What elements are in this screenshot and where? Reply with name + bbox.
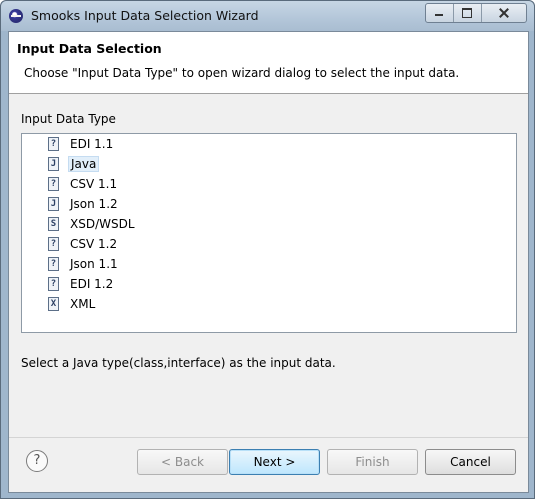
close-icon[interactable] (481, 4, 526, 22)
eclipse-icon (9, 9, 23, 23)
schema-file-icon: S (48, 217, 59, 231)
wizard-header: Input Data Selection Choose "Input Data … (9, 32, 528, 94)
java-file-icon: J (48, 197, 59, 211)
list-item-label: CSV 1.2 (70, 237, 118, 251)
help-icon[interactable]: ? (26, 450, 48, 472)
maximize-icon[interactable] (453, 4, 481, 22)
question-file-icon: ? (48, 277, 59, 291)
list-item-xml[interactable]: X XML (48, 295, 97, 313)
input-data-type-label: Input Data Type (21, 112, 116, 126)
question-file-icon: ? (48, 137, 59, 151)
cancel-button[interactable]: Cancel (425, 449, 516, 475)
list-item-edi-1-2[interactable]: ? EDI 1.2 (48, 275, 115, 293)
input-data-type-list[interactable]: ? EDI 1.1 J Java ? CSV 1.1 J Json 1.2 S … (21, 133, 517, 333)
footer-divider (9, 437, 528, 438)
next-button[interactable]: Next > (229, 449, 320, 475)
java-file-icon: J (48, 157, 59, 171)
list-item-json-1-1[interactable]: ? Json 1.1 (48, 255, 120, 273)
list-item-json-1-2[interactable]: J Json 1.2 (48, 195, 120, 213)
page-title: Input Data Selection (17, 41, 162, 56)
wizard-window: Smooks Input Data Selection Wizard Input… (0, 0, 535, 499)
minimize-icon[interactable] (426, 4, 453, 22)
xml-file-icon: X (48, 297, 59, 311)
finish-button[interactable]: Finish (327, 449, 418, 475)
list-item-label: EDI 1.2 (70, 277, 114, 291)
list-item-xsd-wsdl[interactable]: S XSD/WSDL (48, 215, 137, 233)
list-item-label: Json 1.2 (70, 197, 118, 211)
list-item-label: XML (70, 297, 96, 311)
selection-hint: Select a Java type(class,interface) as t… (21, 356, 336, 370)
list-item-label: EDI 1.1 (70, 137, 114, 151)
question-file-icon: ? (48, 177, 59, 191)
list-item-label: XSD/WSDL (70, 217, 135, 231)
title-bar[interactable]: Smooks Input Data Selection Wizard (1, 1, 534, 31)
question-file-icon: ? (48, 237, 59, 251)
list-item-label: Json 1.1 (70, 257, 118, 271)
list-item-csv-1-2[interactable]: ? CSV 1.2 (48, 235, 119, 253)
list-item-label: CSV 1.1 (70, 177, 118, 191)
list-item-java[interactable]: J Java (48, 155, 100, 173)
dialog-client-area: Input Data Selection Choose "Input Data … (8, 31, 529, 493)
list-item-edi-1-1[interactable]: ? EDI 1.1 (48, 135, 115, 153)
window-controls (425, 3, 527, 23)
list-item-label: Java (68, 156, 100, 172)
question-file-icon: ? (48, 257, 59, 271)
window-title: Smooks Input Data Selection Wizard (31, 8, 259, 23)
page-description: Choose "Input Data Type" to open wizard … (24, 66, 460, 80)
list-item-csv-1-1[interactable]: ? CSV 1.1 (48, 175, 119, 193)
back-button[interactable]: < Back (137, 449, 228, 475)
